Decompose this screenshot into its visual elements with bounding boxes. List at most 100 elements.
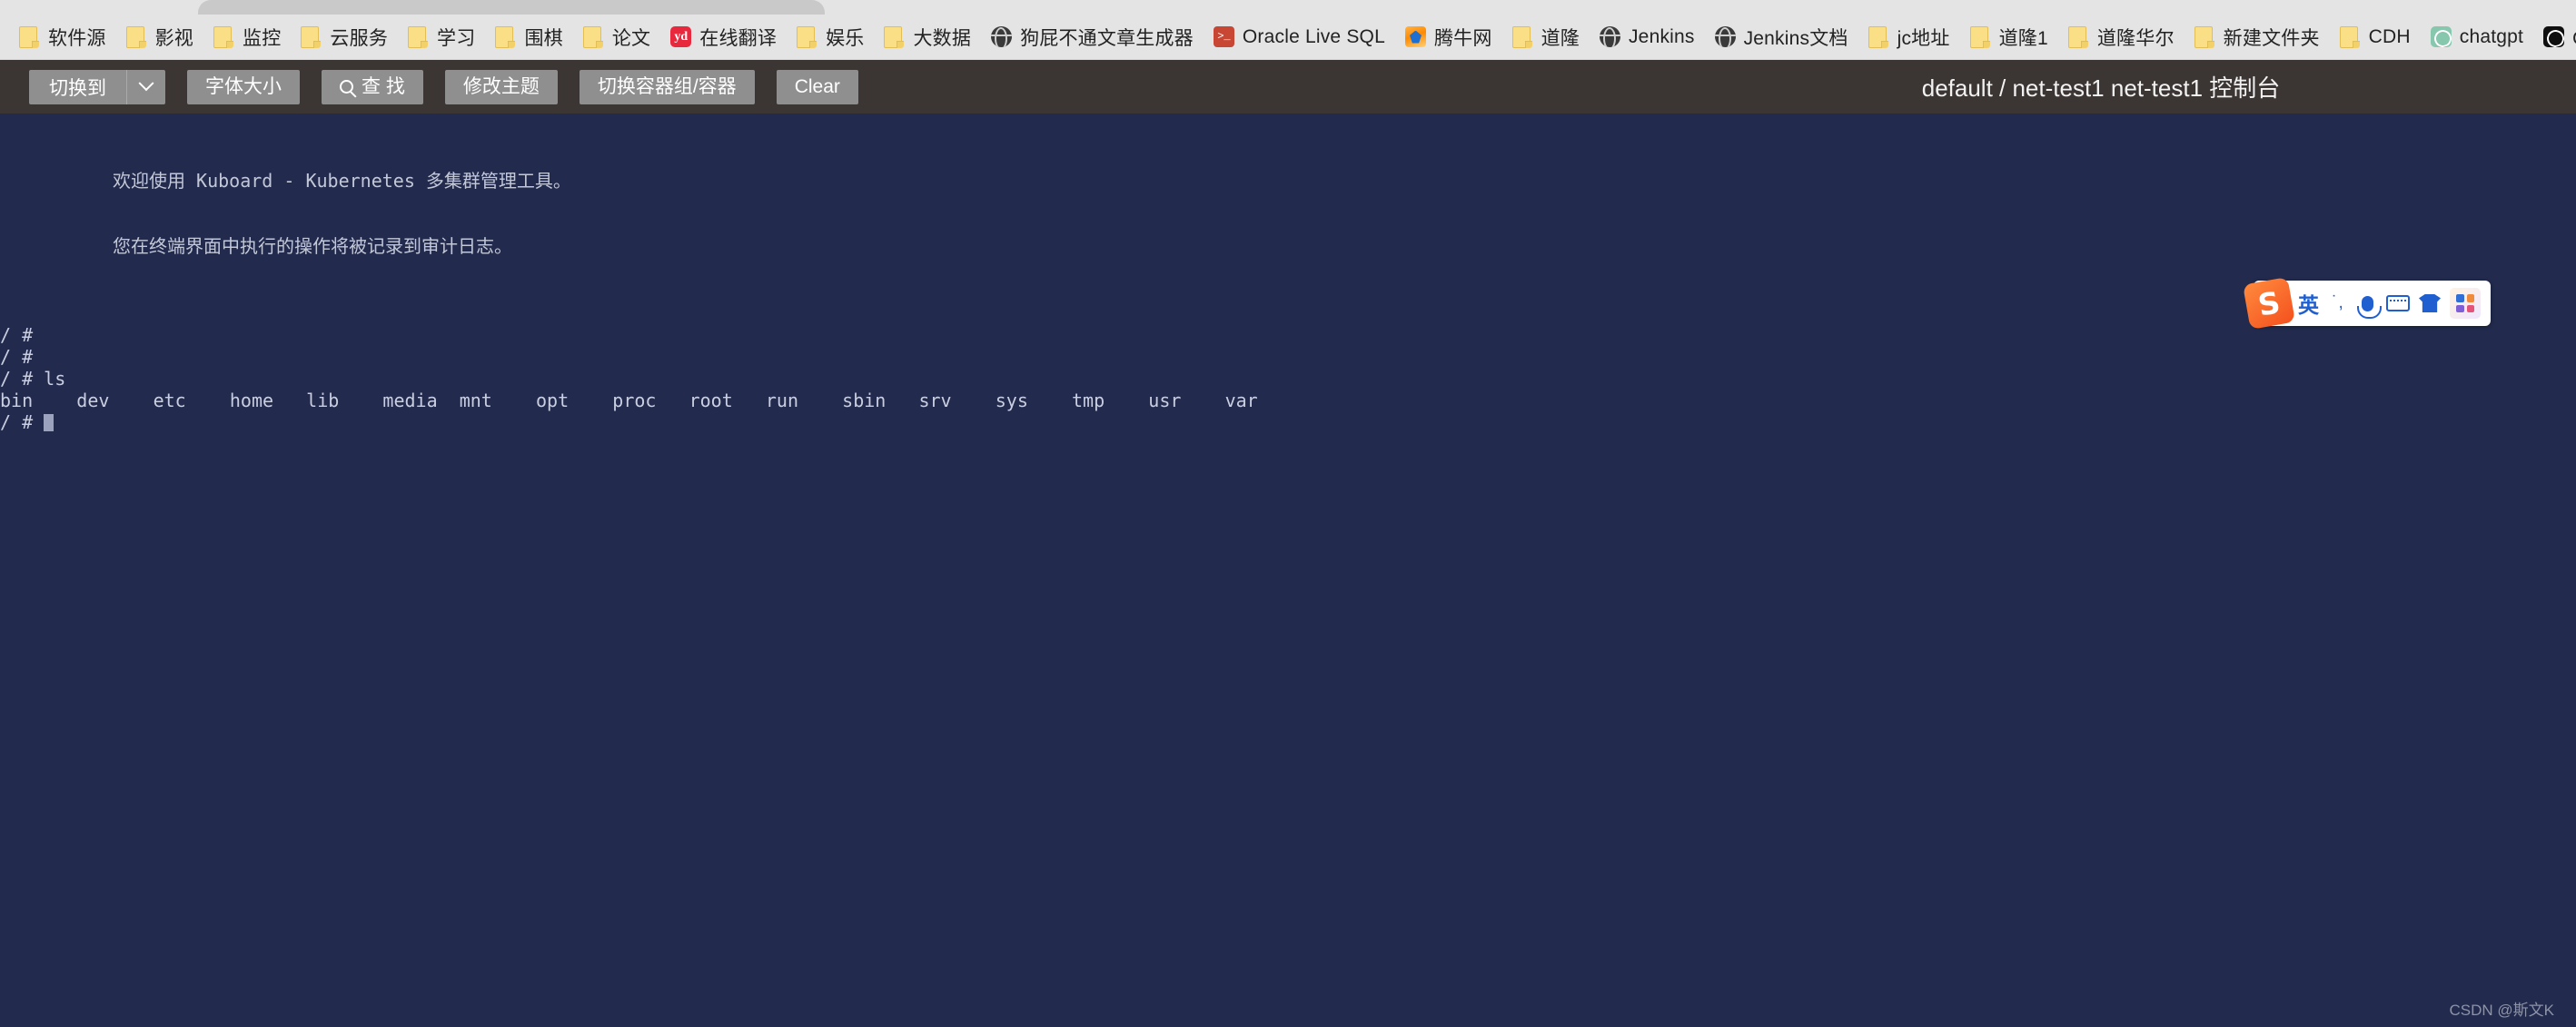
folder-icon xyxy=(19,25,39,48)
bookmark-item[interactable]: 云服务 xyxy=(291,19,398,55)
bookmark-item[interactable]: 腾牛网 xyxy=(1395,19,1502,55)
clear-button[interactable]: Clear xyxy=(776,69,858,104)
bookmark-label: Jenkins xyxy=(1628,25,1695,47)
bookmark-label: OPENAI-非 xyxy=(2572,24,2576,51)
bookmark-label: 在线翻译 xyxy=(699,27,778,49)
bookmark-item[interactable]: 大数据 xyxy=(874,19,981,55)
bookmark-item[interactable]: 道隆华尔 xyxy=(2058,19,2185,55)
bookmark-label: 道隆华尔 xyxy=(2096,27,2175,49)
bookmark-label: 软件源 xyxy=(48,27,106,49)
terminal-banner: 欢迎使用 Kuboard - Kubernetes 多集群管理工具。 您在终端界… xyxy=(0,126,2576,301)
bookmark-label: 监控 xyxy=(243,27,282,49)
folder-icon xyxy=(301,25,321,48)
bookmark-label: 云服务 xyxy=(330,27,389,49)
bookmark-item[interactable]: 狗屁不通文章生成器 xyxy=(981,19,1204,55)
bookmark-item[interactable]: yd 在线翻译 xyxy=(660,19,787,55)
sogou-logo-icon[interactable]: S xyxy=(2243,277,2295,330)
bookmark-label: CDH xyxy=(2368,25,2411,47)
change-theme-button[interactable]: 修改主题 xyxy=(444,69,558,104)
tengniu-icon xyxy=(1404,25,1426,48)
bookmark-label: 大数据 xyxy=(913,27,972,49)
terminal-banner-line-1: 欢迎使用 Kuboard - Kubernetes 多集群管理工具。 xyxy=(113,170,571,192)
bookmark-label: chatgpt xyxy=(2459,25,2524,47)
bookmark-item[interactable]: Jenkins xyxy=(1590,19,1705,55)
chevron-down-icon xyxy=(138,74,154,91)
chatgpt-dark-icon xyxy=(2543,25,2565,48)
bookmark-label: 论文 xyxy=(611,27,651,49)
bookmark-item[interactable]: 软件源 xyxy=(9,19,116,55)
bookmark-label: jc地址 xyxy=(1897,27,1950,49)
terminal-pane[interactable]: 欢迎使用 Kuboard - Kubernetes 多集群管理工具。 您在终端界… xyxy=(0,114,2576,1027)
folder-icon xyxy=(2339,25,2360,48)
ime-language-mode-button[interactable]: 英 xyxy=(2294,284,2323,322)
bookmark-label: 影视 xyxy=(154,27,194,49)
bookmark-item[interactable]: chatgpt xyxy=(2421,19,2533,55)
bookmark-label: Oracle Live SQL xyxy=(1242,25,1385,47)
shirt-icon xyxy=(2419,294,2441,312)
folder-icon xyxy=(2067,25,2088,48)
terminal-banner-line-2: 您在终端界面中执行的操作将被记录到审计日志。 xyxy=(113,235,512,257)
bookmark-label: 狗屁不通文章生成器 xyxy=(1020,27,1194,49)
folder-icon xyxy=(884,25,904,48)
bookmark-label: 娱乐 xyxy=(826,27,865,49)
folder-icon xyxy=(495,25,515,48)
switch-to-button[interactable]: 切换到 xyxy=(29,69,127,104)
folder-icon xyxy=(1511,25,1532,48)
chatgpt-icon xyxy=(2430,25,2452,48)
folder-icon xyxy=(125,25,146,48)
bookmark-label: 道隆1 xyxy=(1998,27,2048,49)
ime-skin-button[interactable] xyxy=(2414,284,2445,322)
bookmark-item[interactable]: CDH xyxy=(2330,19,2421,55)
csdn-watermark: CSDN @斯文K xyxy=(2449,1002,2555,1019)
bookmark-label: 腾牛网 xyxy=(1433,27,1492,49)
ime-toolbox-button[interactable] xyxy=(2445,284,2485,322)
keyboard-icon xyxy=(2386,295,2410,311)
bookmark-item[interactable]: 影视 xyxy=(116,19,203,55)
search-icon xyxy=(340,80,353,94)
ime-punctuation-button[interactable]: ˙, xyxy=(2323,284,2353,322)
bookmarks-bar: 软件源 影视 监控 云服务 学习 围棋 论文 yd 在线翻译 娱乐 大数据 狗屁不通文章生成器 >_ Or… xyxy=(0,15,2576,60)
switch-to-split-button[interactable]: 切换到 xyxy=(29,69,165,104)
ime-keyboard-button[interactable] xyxy=(2382,284,2414,322)
terminal-cursor xyxy=(44,414,54,431)
bookmark-item[interactable]: 娱乐 xyxy=(787,19,874,55)
terminal-line: / # xyxy=(0,324,34,346)
terminal-output: / # / # / # ls bin dev etc home lib media m… xyxy=(0,324,2576,433)
folder-icon xyxy=(213,25,233,48)
bookmark-label: 学习 xyxy=(437,27,476,49)
terminal-line: / # ls xyxy=(0,368,66,390)
bookmark-label: 道隆 xyxy=(1541,27,1580,49)
switch-to-dropdown-button[interactable] xyxy=(127,69,165,104)
bookmark-label: 围棋 xyxy=(524,27,563,49)
bookmark-item[interactable]: 道隆 xyxy=(1502,19,1590,55)
bookmark-item[interactable]: 学习 xyxy=(398,19,485,55)
bookmark-item[interactable]: 论文 xyxy=(573,19,660,55)
folder-icon xyxy=(408,25,428,48)
globe-icon xyxy=(991,25,1013,48)
terminal-icon: >_ xyxy=(1213,25,1234,48)
switch-container-button[interactable]: 切换容器组/容器 xyxy=(579,69,755,104)
bookmark-item[interactable]: 新建文件夹 xyxy=(2185,19,2330,55)
sogou-ime-toolbar[interactable]: S 英 ˙, xyxy=(2243,277,2491,330)
ime-voice-button[interactable] xyxy=(2353,284,2382,322)
browser-tab-strip xyxy=(0,0,2576,15)
bookmark-item[interactable]: jc地址 xyxy=(1858,19,1960,55)
bookmark-item[interactable]: OPENAI-非 xyxy=(2533,19,2576,55)
terminal-line: / # xyxy=(0,346,34,368)
font-size-button[interactable]: 字体大小 xyxy=(187,69,300,104)
bookmark-item[interactable]: 监控 xyxy=(203,19,291,55)
bookmark-item[interactable]: 围棋 xyxy=(485,19,572,55)
folder-icon xyxy=(797,25,817,48)
globe-icon xyxy=(1599,25,1620,48)
terminal-line: bin dev etc home lib media mnt opt proc … xyxy=(0,390,1258,411)
folder-icon xyxy=(582,25,603,48)
bookmark-item[interactable]: Jenkins文档 xyxy=(1705,19,1858,55)
search-button[interactable]: 查 找 xyxy=(322,69,423,104)
globe-icon xyxy=(1714,25,1736,48)
search-button-label: 查 找 xyxy=(362,76,405,97)
terminal-prompt-line: / # xyxy=(0,411,2576,433)
browser-tab-active[interactable] xyxy=(198,0,825,15)
terminal-prompt: / # xyxy=(0,411,45,433)
bookmark-item[interactable]: >_ Oracle Live SQL xyxy=(1204,19,1395,55)
bookmark-item[interactable]: 道隆1 xyxy=(1960,19,2058,55)
